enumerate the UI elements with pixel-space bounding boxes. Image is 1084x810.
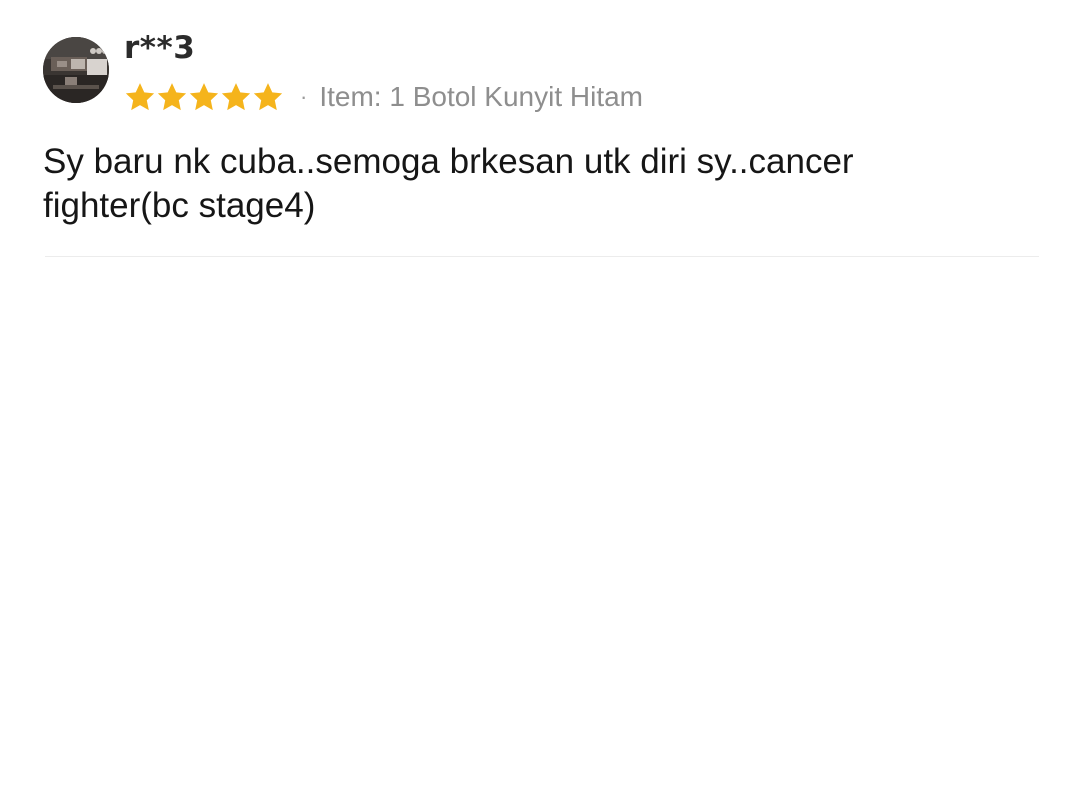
- item-variant-label: Item: 1 Botol Kunyit Hitam: [319, 81, 644, 112]
- reviewer-username: r**3: [124, 30, 196, 66]
- review-card: r**3 · Item: 1 Botol Kunyit Hitam Sy bar…: [0, 0, 1084, 810]
- divider: [45, 256, 1039, 257]
- avatar-image: [43, 37, 109, 103]
- separator-dot: ·: [300, 84, 308, 109]
- rating-row: · Item: 1 Botol Kunyit Hitam: [124, 79, 643, 115]
- review-text: Sy baru nk cuba..semoga brkesan utk diri…: [43, 142, 854, 225]
- star-rating: [124, 81, 284, 113]
- star-icon: [253, 83, 283, 111]
- star-icon: [125, 83, 155, 111]
- star-icon: [221, 83, 251, 111]
- avatar[interactable]: [43, 37, 109, 103]
- star-icon: [189, 83, 219, 111]
- star-icon: [157, 83, 187, 111]
